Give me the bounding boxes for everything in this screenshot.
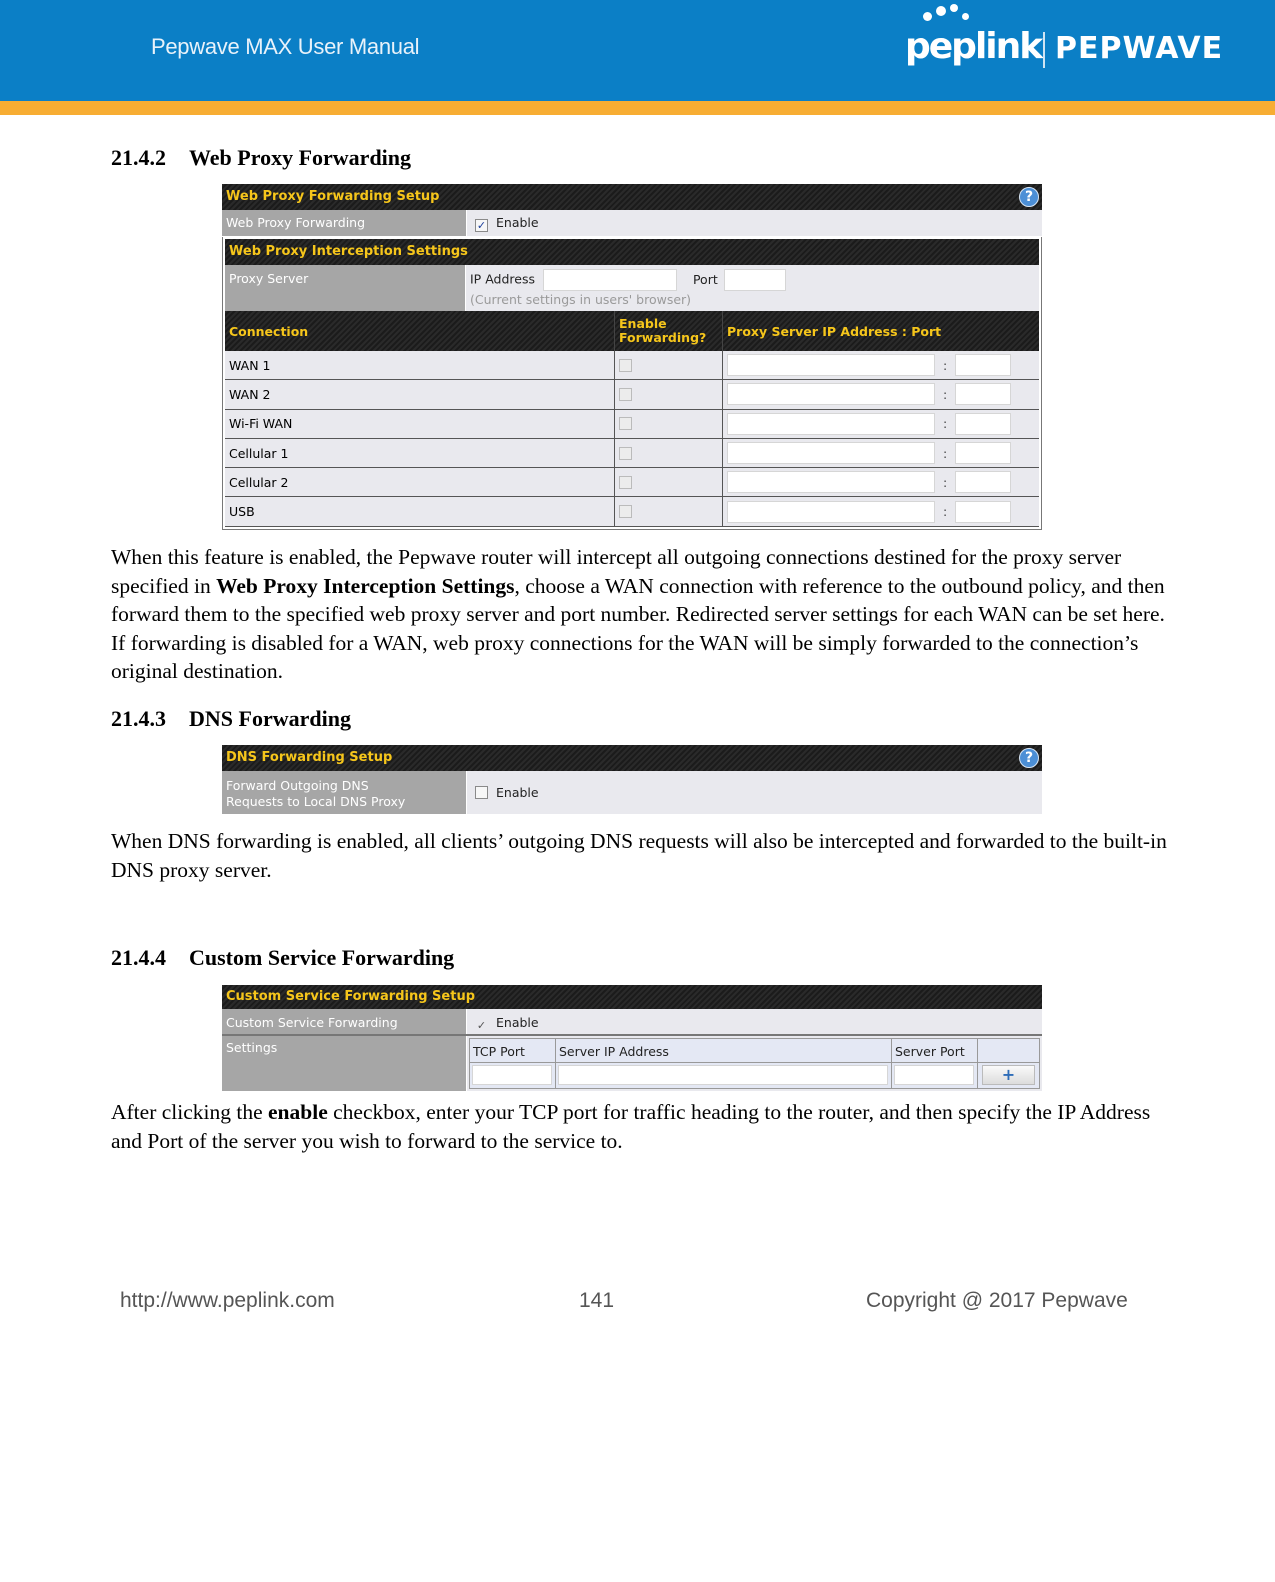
add-button[interactable]: + (982, 1065, 1035, 1085)
col-server-ip: Server IP Address (556, 1039, 892, 1062)
connection-row: WAN 2: (225, 380, 1039, 410)
help-icon[interactable]: ? (1019, 748, 1039, 768)
dns-enable-checkbox[interactable] (475, 786, 488, 799)
help-icon[interactable]: ? (1019, 187, 1039, 207)
logo-dot-icon (923, 12, 932, 21)
logo-peplink: peplink (905, 26, 1043, 67)
col-connection: Connection (225, 311, 615, 351)
web-proxy-description: When this feature is enabled, the Pepwav… (111, 545, 1165, 683)
panel-title-bar: Web Proxy Forwarding Setup ? (222, 184, 1042, 210)
section-heading-custom: 21.4.4 Custom Service Forwarding (111, 945, 455, 970)
enable-forwarding-checkbox[interactable] (619, 505, 632, 519)
col-proxy-ip-port: Proxy Server IP Address : Port (727, 323, 942, 339)
connection-row: Cellular 1: (225, 438, 1039, 469)
proxy-port-field[interactable] (955, 354, 1012, 377)
proxy-port-field[interactable] (955, 471, 1012, 494)
server-ip-input[interactable] (558, 1065, 888, 1085)
page-header: Pepwave MAX User Manual peplink PEPWAVE (0, 0, 1275, 101)
proxy-port-field[interactable] (955, 442, 1012, 465)
enable-forwarding-checkbox[interactable] (619, 358, 632, 372)
panel-title-bar: DNS Forwarding Setup ? (222, 745, 1042, 771)
proxy-ip-field[interactable] (727, 383, 935, 406)
logo-dot-icon (962, 13, 969, 20)
interception-settings: Web Proxy Interception Settings Proxy Se… (222, 237, 1042, 530)
custom-enable-checkbox[interactable]: ✓ (475, 1020, 488, 1033)
connection-name: Wi-Fi WAN (225, 409, 615, 438)
header-stripe (0, 101, 1275, 115)
connection-table-body: WAN 1: WAN 2: Wi-Fi WAN: Cellular 1: Cellula… (225, 351, 1039, 527)
proxy-port-field[interactable] (955, 412, 1012, 435)
interception-title-bar: Web Proxy Interception Settings (225, 239, 1039, 265)
connection-table-header: Connection Enable Forwarding? Proxy Serv… (225, 311, 1039, 351)
panel-title-bar: Custom Service Forwarding Setup (222, 985, 1042, 1009)
proxy-port-input[interactable] (723, 269, 786, 291)
proxy-port-field[interactable] (955, 500, 1012, 523)
tcp-port-input[interactable] (472, 1065, 552, 1085)
dns-description: When DNS forwarding is enabled, all clie… (111, 829, 1167, 882)
proxy-ip-field[interactable] (727, 412, 935, 435)
col-tcp-port: TCP Port (470, 1039, 556, 1062)
connection-name: Cellular 1 (225, 438, 615, 468)
footer-copyright: Copyright @ 2017 Pepwave (866, 1289, 1128, 1312)
connection-row: USB: (225, 497, 1039, 527)
col-enable-forwarding: Enable Forwarding? (615, 311, 723, 351)
custom-service-panel: Custom Service Forwarding Setup Custom S… (222, 985, 1042, 1091)
web-proxy-forwarding-label: Web Proxy Forwarding (222, 210, 467, 236)
colon-separator: : (943, 504, 948, 520)
custom-settings-header: TCP Port Server IP Address Server Port (469, 1038, 1040, 1063)
server-port-input[interactable] (894, 1065, 974, 1085)
logo-pepwave: PEPWAVE (1055, 31, 1224, 66)
connection-name: WAN 2 (225, 380, 615, 409)
proxy-ip-field[interactable] (727, 500, 935, 523)
proxy-ip-field[interactable] (727, 471, 935, 494)
enable-label: Enable (496, 785, 539, 800)
footer-page-number: 141 (579, 1289, 615, 1312)
enable-forwarding-checkbox[interactable] (619, 475, 632, 489)
port-label: Port (692, 271, 718, 287)
logo-divider (1043, 32, 1045, 68)
colon-separator: : (943, 474, 948, 490)
enable-forwarding-checkbox[interactable] (619, 417, 632, 431)
colon-separator: : (943, 445, 948, 461)
connection-name: WAN 1 (225, 351, 615, 380)
settings-label: Settings (222, 1036, 467, 1091)
proxy-ip-input[interactable] (542, 269, 677, 291)
dns-panel: DNS Forwarding Setup ? Forward Outgoing … (222, 745, 1042, 815)
colon-separator: : (943, 357, 948, 373)
enable-forwarding-checkbox[interactable] (619, 446, 632, 460)
colon-separator: : (943, 386, 948, 402)
custom-description: After clicking the enable checkbox, ente… (111, 1100, 1151, 1153)
connection-name: USB (225, 497, 615, 526)
dns-forwarding-label: Forward Outgoing DNS Requests to Local D… (222, 771, 467, 814)
browser-settings-note: (Current settings in users' browser) (470, 292, 692, 307)
enable-forwarding-checkbox[interactable] (619, 387, 632, 401)
proxy-ip-field[interactable] (727, 442, 935, 465)
proxy-port-field[interactable] (955, 383, 1012, 406)
proxy-ip-field[interactable] (727, 354, 935, 377)
connection-row: WAN 1: (225, 351, 1039, 381)
ip-address-label: IP Address (470, 271, 535, 287)
enable-label: Enable (496, 215, 539, 230)
manual-title: Pepwave MAX User Manual (151, 34, 420, 59)
col-server-port: Server Port (892, 1039, 978, 1062)
custom-forwarding-label: Custom Service Forwarding (222, 1009, 467, 1034)
colon-separator: : (943, 416, 948, 432)
logo-dot-icon (950, 4, 958, 12)
connection-name: Cellular 2 (225, 468, 615, 497)
section-heading-web-proxy: 21.4.2 Web Proxy Forwarding (111, 145, 412, 170)
proxy-server-label: Proxy Server (225, 265, 466, 311)
enable-label: Enable (496, 1015, 539, 1030)
logo-dot-icon (936, 6, 946, 16)
section-heading-dns: 21.4.3 DNS Forwarding (111, 706, 351, 731)
footer-url: http://www.peplink.com (120, 1289, 335, 1312)
web-proxy-enable-checkbox[interactable]: ✓ (475, 219, 488, 232)
web-proxy-panel: Web Proxy Forwarding Setup ? Web Proxy F… (222, 184, 1042, 530)
connection-row: Cellular 2: (225, 468, 1039, 498)
connection-row: Wi-Fi WAN: (225, 409, 1039, 439)
